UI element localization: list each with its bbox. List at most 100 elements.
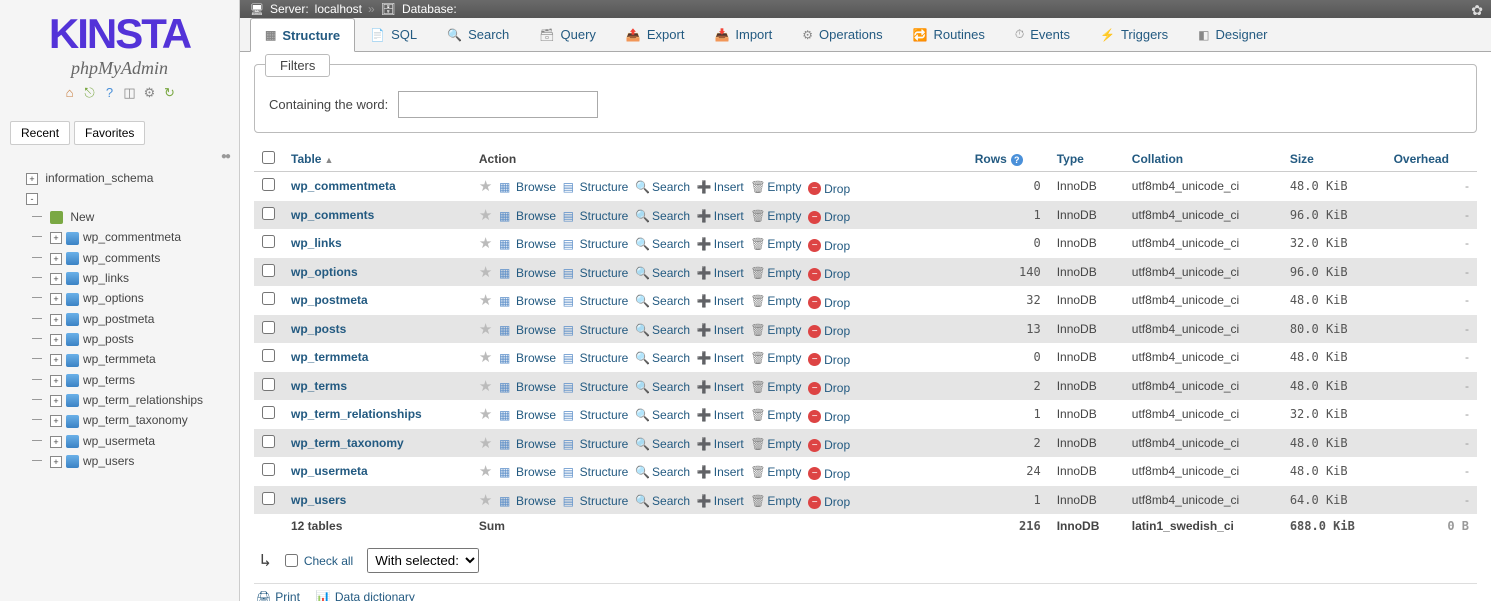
- drop-link[interactable]: −Drop: [808, 495, 850, 509]
- row-checkbox[interactable]: [262, 264, 275, 277]
- row-checkbox[interactable]: [262, 207, 275, 220]
- search-link[interactable]: 🔍Search: [635, 180, 690, 194]
- table-name-link[interactable]: wp_terms: [291, 379, 347, 393]
- drop-link[interactable]: −Drop: [808, 467, 850, 481]
- empty-link[interactable]: 🗑Empty: [750, 408, 801, 422]
- insert-link[interactable]: ➕Insert: [697, 494, 744, 508]
- row-checkbox[interactable]: [262, 435, 275, 448]
- breadcrumb-server-link[interactable]: localhost: [315, 2, 362, 16]
- sidebar-table-item[interactable]: +wp_options: [32, 288, 235, 308]
- logout-icon[interactable]: ⎋: [82, 85, 98, 101]
- row-checkbox[interactable]: [262, 321, 275, 334]
- sidebar-table-item[interactable]: +wp_terms: [32, 370, 235, 390]
- tab-query[interactable]: 🗃Query: [524, 18, 611, 51]
- drop-link[interactable]: −Drop: [808, 381, 850, 395]
- empty-link[interactable]: 🗑Empty: [750, 294, 801, 308]
- sidebar-table-item[interactable]: +wp_usermeta: [32, 431, 235, 451]
- tab-routines[interactable]: 🔁Routines: [898, 18, 1000, 51]
- insert-link[interactable]: ➕Insert: [697, 380, 744, 394]
- recent-tab[interactable]: Recent: [10, 121, 70, 145]
- tab-triggers[interactable]: ⚡Triggers: [1085, 18, 1183, 51]
- expand-icon[interactable]: +: [50, 375, 62, 387]
- sidebar-table-item[interactable]: +wp_postmeta: [32, 309, 235, 329]
- expand-icon[interactable]: +: [50, 253, 62, 265]
- insert-link[interactable]: ➕Insert: [697, 266, 744, 280]
- table-name-link[interactable]: wp_comments: [291, 208, 374, 222]
- col-type[interactable]: Type: [1049, 147, 1124, 172]
- reload-icon[interactable]: ↻: [162, 85, 178, 101]
- table-name-link[interactable]: wp_links: [291, 236, 342, 250]
- insert-link[interactable]: ➕Insert: [697, 437, 744, 451]
- expand-icon[interactable]: +: [50, 395, 62, 407]
- table-name-link[interactable]: wp_commentmeta: [291, 179, 396, 193]
- expand-icon[interactable]: +: [50, 273, 62, 285]
- table-name-link[interactable]: wp_options: [291, 265, 358, 279]
- drop-link[interactable]: −Drop: [808, 210, 850, 224]
- structure-link[interactable]: ▤Structure: [563, 294, 629, 308]
- favorite-star-icon[interactable]: ★: [479, 406, 492, 423]
- sidebar-table-item[interactable]: +wp_links: [32, 268, 235, 288]
- empty-link[interactable]: 🗑Empty: [750, 180, 801, 194]
- insert-link[interactable]: ➕Insert: [697, 209, 744, 223]
- row-checkbox[interactable]: [262, 378, 275, 391]
- tab-operations[interactable]: ⚙Operations: [787, 18, 897, 51]
- drop-link[interactable]: −Drop: [808, 296, 850, 310]
- row-checkbox[interactable]: [262, 406, 275, 419]
- drop-link[interactable]: −Drop: [808, 182, 850, 196]
- empty-link[interactable]: 🗑Empty: [750, 380, 801, 394]
- favorite-star-icon[interactable]: ★: [479, 235, 492, 252]
- structure-link[interactable]: ▤Structure: [563, 180, 629, 194]
- browse-link[interactable]: ▦Browse: [499, 180, 556, 194]
- expand-icon[interactable]: +: [50, 415, 62, 427]
- drop-link[interactable]: −Drop: [808, 353, 850, 367]
- tab-search[interactable]: 🔍Search: [432, 18, 524, 51]
- search-link[interactable]: 🔍Search: [635, 380, 690, 394]
- tree-new-table[interactable]: New: [32, 207, 235, 227]
- insert-link[interactable]: ➕Insert: [697, 180, 744, 194]
- row-checkbox[interactable]: [262, 492, 275, 505]
- insert-link[interactable]: ➕Insert: [697, 294, 744, 308]
- row-checkbox[interactable]: [262, 463, 275, 476]
- structure-link[interactable]: ▤Structure: [563, 465, 629, 479]
- sidebar-table-item[interactable]: +wp_users: [32, 451, 235, 471]
- insert-link[interactable]: ➕Insert: [697, 323, 744, 337]
- browse-link[interactable]: ▦Browse: [499, 408, 556, 422]
- tab-designer[interactable]: ◧Designer: [1183, 18, 1282, 51]
- gear-icon[interactable]: ✿: [1471, 2, 1483, 19]
- favorite-star-icon[interactable]: ★: [479, 435, 492, 452]
- empty-link[interactable]: 🗑Empty: [750, 209, 801, 223]
- expand-icon[interactable]: +: [50, 314, 62, 326]
- empty-link[interactable]: 🗑Empty: [750, 351, 801, 365]
- sidebar-table-item[interactable]: +wp_commentmeta: [32, 227, 235, 247]
- sidebar-table-item[interactable]: +wp_posts: [32, 329, 235, 349]
- favorite-star-icon[interactable]: ★: [479, 292, 492, 309]
- expand-icon[interactable]: +: [50, 232, 62, 244]
- tree-item-information-schema[interactable]: + information_schema: [8, 168, 235, 188]
- collapse-icon[interactable]: -: [26, 193, 38, 205]
- structure-link[interactable]: ▤Structure: [563, 323, 629, 337]
- table-name-link[interactable]: wp_usermeta: [291, 464, 368, 478]
- insert-link[interactable]: ➕Insert: [697, 351, 744, 365]
- tab-sql[interactable]: 📄SQL: [355, 18, 432, 51]
- browse-link[interactable]: ▦Browse: [499, 323, 556, 337]
- structure-link[interactable]: ▤Structure: [563, 437, 629, 451]
- settings-icon[interactable]: ⚙: [142, 85, 158, 101]
- search-link[interactable]: 🔍Search: [635, 408, 690, 422]
- search-link[interactable]: 🔍Search: [635, 437, 690, 451]
- check-all-checkbox[interactable]: [285, 554, 298, 567]
- home-icon[interactable]: ⌂: [62, 85, 78, 101]
- help-icon[interactable]: ?: [1011, 154, 1023, 166]
- row-checkbox[interactable]: [262, 178, 275, 191]
- tab-events[interactable]: ⏱Events: [1000, 18, 1085, 51]
- drop-link[interactable]: −Drop: [808, 410, 850, 424]
- search-link[interactable]: 🔍Search: [635, 266, 690, 280]
- sql-icon[interactable]: ◫: [122, 85, 138, 101]
- col-rows[interactable]: Rows?: [967, 147, 1049, 172]
- structure-link[interactable]: ▤Structure: [563, 494, 629, 508]
- search-link[interactable]: 🔍Search: [635, 209, 690, 223]
- favorite-star-icon[interactable]: ★: [479, 492, 492, 509]
- drop-link[interactable]: −Drop: [808, 438, 850, 452]
- check-all-link[interactable]: Check all: [304, 554, 353, 568]
- structure-link[interactable]: ▤Structure: [563, 351, 629, 365]
- empty-link[interactable]: 🗑Empty: [750, 437, 801, 451]
